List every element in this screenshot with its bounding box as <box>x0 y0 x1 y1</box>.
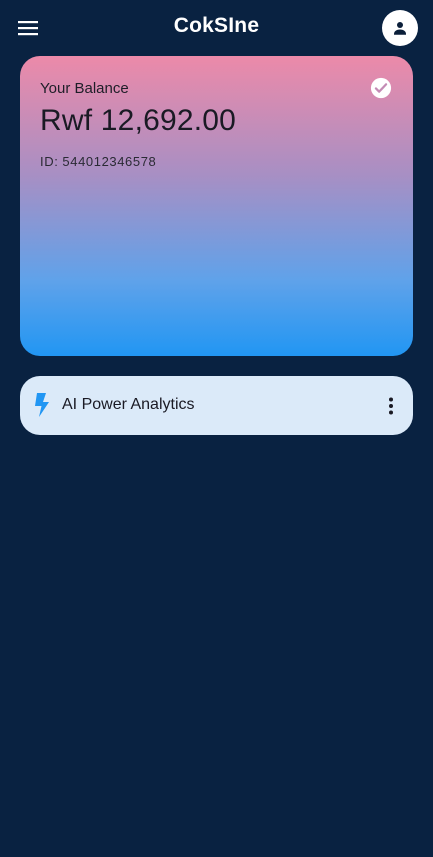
more-options-button[interactable] <box>379 391 403 420</box>
balance-card[interactable]: Your Balance Rwf 12,692.00 ID: 5440123465… <box>20 56 413 356</box>
app-bar: CokSIne <box>0 0 433 56</box>
ai-power-analytics-card[interactable]: AI Power Analytics <box>20 376 413 435</box>
account-id-value: 544012346578 <box>62 154 157 169</box>
bolt-icon <box>35 393 49 417</box>
account-id: ID: 544012346578 <box>40 154 156 169</box>
account-id-label: ID: <box>40 154 59 169</box>
more-vert-icon <box>389 397 393 414</box>
person-icon <box>394 22 406 35</box>
profile-avatar-button[interactable] <box>382 10 418 46</box>
check-circle-icon <box>370 77 392 99</box>
feature-label: AI Power Analytics <box>62 396 195 413</box>
balance-label: Your Balance <box>40 80 129 97</box>
app-title: CokSIne <box>173 14 260 37</box>
balance-amount: Rwf 12,692.00 <box>40 104 237 137</box>
